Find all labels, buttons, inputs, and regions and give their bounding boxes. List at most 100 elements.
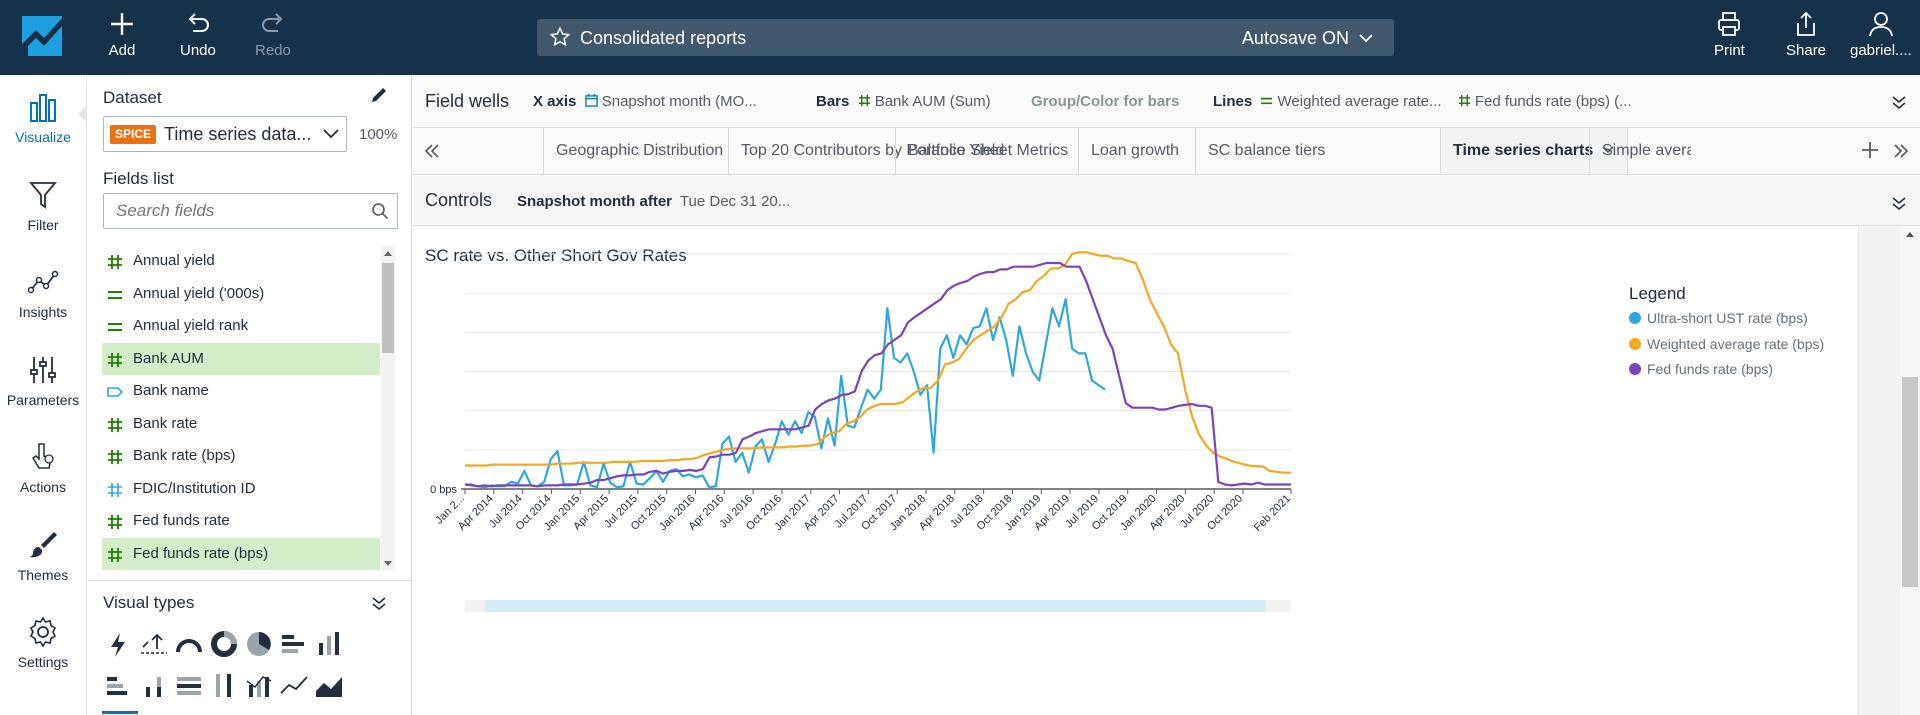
field-item[interactable]: FDIC/Institution ID (102, 473, 380, 506)
search-icon[interactable] (371, 202, 389, 220)
collapse-icon[interactable] (371, 595, 387, 611)
line-chart-icon[interactable] (277, 669, 311, 703)
dataset-name: Time series data... (164, 124, 312, 144)
x-axis-well[interactable]: X axis Snapshot month (MO... (533, 93, 757, 110)
rail-item-themes[interactable]: Themes (0, 529, 86, 583)
gear-icon (29, 616, 57, 648)
combo-chart-icon[interactable] (242, 669, 276, 703)
legend-label: Ultra-short UST rate (bps) (1647, 310, 1808, 326)
expand-wells-icon[interactable] (1890, 93, 1908, 111)
autosave-toggle[interactable]: Autosave ON (1242, 28, 1374, 49)
donut-chart-icon[interactable] (207, 627, 241, 661)
chevron-down-icon (1359, 34, 1373, 43)
chevron-down-icon (323, 129, 339, 139)
calculated-field-icon (108, 323, 122, 331)
group-color-label: Group/Color for bars (1031, 93, 1180, 110)
bars-well[interactable]: Bars Bank AUM (Sum) (816, 93, 991, 110)
field-item[interactable]: Fed funds rate (bps) (102, 537, 380, 570)
stacked-horizontal-bar-icon[interactable] (102, 669, 136, 703)
scroll-tabs-left-icon[interactable] (423, 142, 441, 160)
field-name: Fed funds rate (bps) (133, 544, 269, 562)
percent-horizontal-bar-icon[interactable] (172, 669, 206, 703)
spice-percentage: 100% (359, 126, 398, 143)
series-line[interactable] (465, 298, 1106, 489)
analysis-title-bar[interactable]: Consolidated reports Autosave ON (537, 19, 1394, 56)
line-chart[interactable]: 0 bpsJan 2...Apr 2014Jul 2014Oct 2014Jan… (413, 227, 1593, 715)
autograph-icon[interactable] (102, 627, 136, 661)
field-item[interactable]: Annual yield ('000s) (102, 278, 380, 311)
legend-label: Fed funds rate (bps) (1647, 361, 1774, 377)
page-scrollbar[interactable] (1900, 227, 1920, 715)
tab-geographic-distribution[interactable]: Geographic Distribution (543, 128, 735, 174)
tab-sc-balance-tiers[interactable]: SC balance tiers (1195, 128, 1337, 174)
legend-item[interactable]: Fed funds rate (bps) (1629, 361, 1773, 377)
area-chart-icon[interactable] (312, 669, 346, 703)
legend-item[interactable]: Weighted average rate (bps) (1629, 336, 1824, 352)
sliders-icon (30, 357, 56, 383)
legend-swatch (1629, 312, 1641, 324)
range-slider-handle[interactable] (485, 600, 1266, 612)
rail-item-visualize[interactable]: Visualize (0, 91, 87, 145)
main-area: Field wells X axis Snapshot month (MO...… (413, 75, 1920, 715)
share-label: Share (1786, 42, 1827, 59)
field-item[interactable]: Bank name (102, 375, 380, 408)
scroll-tabs-right-icon[interactable] (1892, 142, 1910, 160)
measure-icon (1458, 94, 1470, 107)
share-button[interactable]: Share (1786, 10, 1826, 59)
visual-types-title: Visual types (103, 593, 195, 612)
rail-item-insights[interactable]: Insights (0, 266, 86, 320)
print-button[interactable]: Print (1714, 10, 1745, 59)
tab-balance-sheet-metrics[interactable]: Balance Sheet Metrics (895, 128, 1080, 174)
expand-controls-icon[interactable] (1890, 194, 1908, 212)
pencil-icon[interactable] (369, 85, 389, 105)
gauge-icon[interactable] (172, 627, 206, 661)
brush-icon (29, 532, 57, 558)
redo-icon (261, 13, 283, 32)
undo-button[interactable]: Undo (180, 10, 216, 59)
spice-badge: SPICE (110, 125, 157, 144)
horizontal-bar-icon[interactable] (277, 627, 311, 661)
add-button[interactable]: Add (108, 10, 136, 59)
rail-label-insights: Insights (18, 304, 68, 320)
quicksight-logo[interactable] (20, 14, 64, 58)
kpi-icon[interactable] (137, 627, 171, 661)
legend-item[interactable]: Ultra-short UST rate (bps) (1629, 310, 1808, 326)
field-item[interactable]: Annual yield rank (102, 310, 380, 343)
field-name: Bank AUM (133, 349, 204, 367)
analysis-title[interactable]: Consolidated reports (580, 28, 746, 49)
series-line[interactable] (465, 251, 1291, 474)
fields-scrollbar[interactable] (381, 245, 395, 571)
field-wells: Field wells X axis Snapshot month (MO...… (413, 75, 1920, 128)
vertical-bar-icon[interactable] (312, 627, 346, 661)
measure-icon (858, 94, 870, 107)
snapshot-month-control[interactable]: Snapshot month after Tue Dec 31 20... (517, 193, 790, 210)
field-item[interactable]: Fed funds rate (102, 505, 380, 538)
top-bar: Add Undo Redo Consolidated reports Autos… (0, 0, 1920, 75)
user-menu[interactable]: gabriel.... (1850, 10, 1912, 59)
control-name: Snapshot month after (517, 193, 673, 210)
tab-loan-growth[interactable]: Loan growth (1078, 128, 1191, 174)
dataset-select[interactable]: SPICE Time series data... (103, 116, 347, 152)
tab-label: Balance Sheet Metrics (908, 142, 1069, 159)
rail-item-filter[interactable]: Filter (0, 179, 86, 233)
rail-item-parameters[interactable]: Parameters (0, 354, 86, 408)
stacked-vertical-bar-icon[interactable] (137, 669, 171, 703)
series-line[interactable] (464, 261, 1291, 488)
redo-button[interactable]: Redo (255, 10, 291, 59)
star-icon[interactable] (549, 26, 571, 48)
search-fields-input[interactable] (104, 194, 364, 228)
rail-item-settings[interactable]: Settings (0, 616, 86, 670)
rail-item-actions[interactable]: Actions (0, 441, 86, 495)
percent-vertical-bar-icon[interactable] (207, 669, 241, 703)
dataset-title: Dataset (103, 88, 162, 107)
add-sheet-icon[interactable] (1858, 138, 1882, 162)
field-item[interactable]: Bank AUM (102, 342, 380, 375)
lines-well[interactable]: Lines Weighted average rate... Fed funds… (1213, 93, 1632, 110)
bar-chart-icon (30, 94, 56, 122)
group-color-well[interactable]: Group/Color for bars (1031, 93, 1179, 110)
tab-simple-averag[interactable]: Simple averag (1589, 128, 1691, 174)
field-item[interactable]: Annual yield (102, 245, 380, 278)
field-item[interactable]: Bank rate (bps) (102, 440, 380, 473)
field-item[interactable]: Bank rate (102, 408, 380, 441)
pie-chart-icon[interactable] (242, 627, 276, 661)
